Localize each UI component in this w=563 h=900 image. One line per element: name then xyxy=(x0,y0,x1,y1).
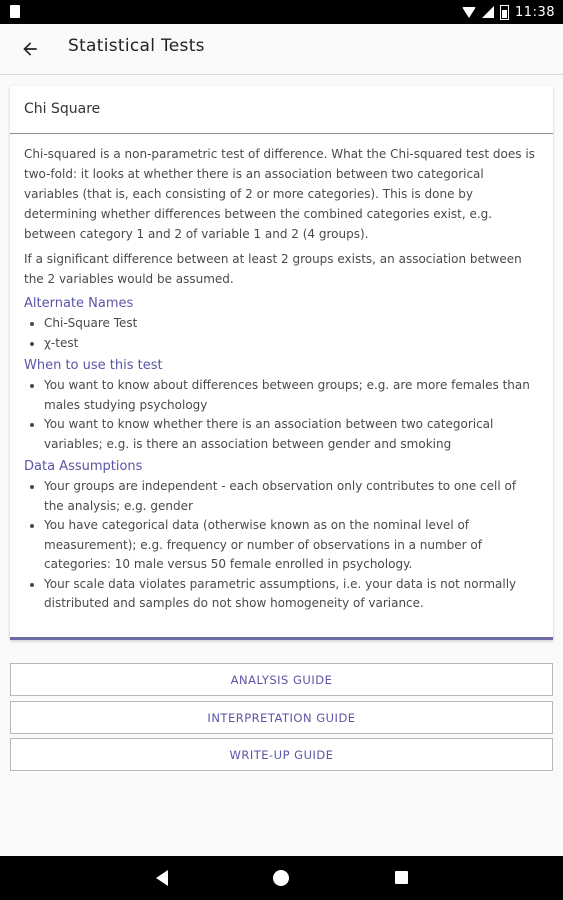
list-item: You want to know whether there is an ass… xyxy=(44,415,539,454)
interpretation-guide-button[interactable]: INTERPRETATION GUIDE xyxy=(10,701,553,734)
data-assumptions-list: Your groups are independent - each obser… xyxy=(24,477,539,614)
card-title: Chi Square xyxy=(24,101,101,117)
nav-recents-icon[interactable] xyxy=(395,871,408,884)
back-button[interactable] xyxy=(16,37,44,61)
list-item: You have categorical data (otherwise kno… xyxy=(44,516,539,575)
clock: 11:38 xyxy=(515,4,555,20)
test-info-card: Chi Square Chi-squared is a non-parametr… xyxy=(10,86,553,640)
description-paragraph: If a significant difference between at l… xyxy=(24,252,522,286)
description-paragraph: Chi-squared is a non-parametric test of … xyxy=(24,147,535,241)
list-item: χ-test xyxy=(44,334,539,354)
battery-icon xyxy=(500,4,510,20)
status-bar: 11:38 xyxy=(0,0,563,24)
when-to-use-list: You want to know about differences betwe… xyxy=(24,376,539,454)
card-body: Chi-squared is a non-parametric test of … xyxy=(10,134,553,614)
arrow-back-icon xyxy=(23,42,37,56)
data-assumptions-heading: Data Assumptions xyxy=(24,459,143,474)
notification-icon xyxy=(10,5,20,18)
write-up-guide-button[interactable]: WRITE-UP GUIDE xyxy=(10,738,553,771)
alternate-names-list: Chi-Square Test χ-test xyxy=(24,314,539,353)
list-item: Your scale data violates parametric assu… xyxy=(44,575,539,614)
app-bar: Statistical Tests xyxy=(0,24,563,75)
list-item: You want to know about differences betwe… xyxy=(44,376,539,415)
list-item: Your groups are independent - each obser… xyxy=(44,477,539,516)
nav-back-icon[interactable] xyxy=(156,870,168,886)
wifi-icon xyxy=(462,6,477,18)
page-title: Statistical Tests xyxy=(68,36,205,56)
list-item: Chi-Square Test xyxy=(44,314,539,334)
card-header: Chi Square xyxy=(10,86,553,134)
analysis-guide-button[interactable]: ANALYSIS GUIDE xyxy=(10,663,553,696)
alternate-names-heading: Alternate Names xyxy=(24,296,134,311)
system-nav-bar xyxy=(0,856,563,900)
nav-home-icon[interactable] xyxy=(273,870,289,886)
when-to-use-heading: When to use this test xyxy=(24,358,163,373)
signal-icon xyxy=(482,6,495,18)
